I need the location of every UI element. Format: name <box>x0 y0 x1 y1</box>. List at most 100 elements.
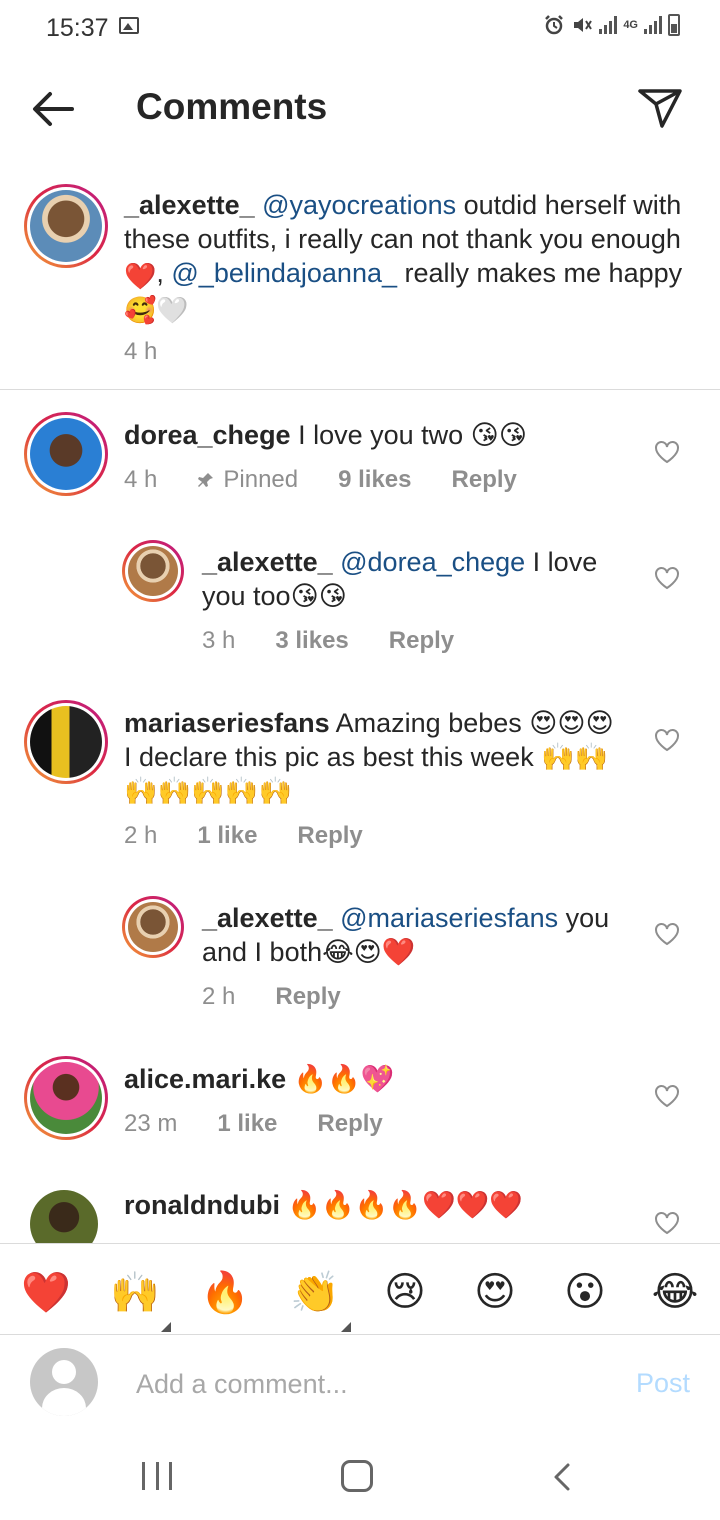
likes-count[interactable]: 3 likes <box>275 627 348 655</box>
like-heart-icon[interactable] <box>654 922 680 946</box>
emoji-laughing-button[interactable]: 😂 <box>649 1266 701 1318</box>
red-heart-emoji: ❤️ <box>124 261 157 291</box>
pinned-text: Pinned <box>223 466 299 493</box>
avatar <box>30 1062 102 1134</box>
comment-username[interactable]: mariaseriesfans <box>124 708 330 738</box>
comment-avatar[interactable] <box>24 1056 108 1140</box>
avatar <box>30 190 102 262</box>
comment-text: _alexette_ @dorea_chege I love you too😘😘 <box>202 545 622 613</box>
like-heart-icon[interactable] <box>654 566 680 590</box>
comment-composer: Post <box>0 1336 720 1432</box>
recent-apps-icon[interactable] <box>142 1462 172 1490</box>
caption-segment: really makes me happy <box>397 258 683 288</box>
system-nav-bar <box>0 1432 720 1520</box>
comment-username[interactable]: _alexette_ <box>202 547 333 577</box>
comment-avatar[interactable] <box>122 896 184 958</box>
battery-icon <box>668 14 680 36</box>
back-arrow-icon[interactable] <box>28 84 78 134</box>
comment-username[interactable]: dorea_chege <box>124 420 291 450</box>
my-avatar-icon <box>30 1348 98 1416</box>
caption-text: _alexette_ @yayocreations outdid herself… <box>124 188 684 324</box>
comment-text: mariaseriesfans Amazing bebes 😍😍😍 I decl… <box>124 706 624 808</box>
header: Comments <box>0 66 720 152</box>
share-send-icon[interactable] <box>636 84 684 132</box>
likes-count[interactable]: 1 like <box>197 822 257 850</box>
surprised-face-emoji-icon: 😮 <box>564 1270 606 1314</box>
emoji-crying-button[interactable]: 😢 <box>379 1266 431 1318</box>
comment-mention[interactable]: @mariaseriesfans <box>340 903 558 933</box>
clapping-hands-emoji-icon: 👏 <box>290 1270 340 1315</box>
caption-username[interactable]: _alexette_ <box>124 190 255 220</box>
emoji-clapping-button[interactable]: 👏 <box>289 1266 351 1332</box>
comment-username[interactable]: _alexette_ <box>202 903 333 933</box>
caption-mention-1[interactable]: @yayocreations <box>262 190 456 220</box>
post-caption: _alexette_ @yayocreations outdid herself… <box>0 180 720 390</box>
likes-count[interactable]: 9 likes <box>338 466 411 494</box>
comment-text: ronaldndubi 🔥🔥🔥🔥❤️❤️❤️ <box>124 1188 624 1222</box>
reply-button[interactable]: Reply <box>275 983 340 1011</box>
reply-button[interactable]: Reply <box>297 822 362 850</box>
comment-text: _alexette_ @mariaseriesfans you and I bo… <box>202 901 642 969</box>
comment-input[interactable] <box>136 1364 596 1404</box>
reply-button[interactable]: Reply <box>389 627 454 655</box>
caption-avatar[interactable] <box>24 184 108 268</box>
pin-icon <box>198 473 214 487</box>
comment-meta: 2 h 1 like Reply <box>124 822 403 850</box>
post-button[interactable]: Post <box>636 1368 690 1399</box>
fire-emoji-icon: 🔥 <box>200 1270 250 1315</box>
comment-item: ronaldndubi 🔥🔥🔥🔥❤️❤️❤️ <box>0 1180 720 1243</box>
reply-button[interactable]: Reply <box>317 1110 382 1138</box>
smiling-hearts-emoji: 🥰🤍 <box>124 295 189 325</box>
like-heart-icon[interactable] <box>654 1084 680 1108</box>
comment-text: alice.mari.ke 🔥🔥💖 <box>124 1062 624 1096</box>
comment-username[interactable]: alice.mari.ke <box>124 1064 286 1094</box>
raising-hands-emoji-icon: 🙌 <box>110 1270 160 1315</box>
like-heart-icon[interactable] <box>654 440 680 464</box>
comment-avatar[interactable] <box>24 412 108 496</box>
comment-meta: 23 m 1 like Reply <box>124 1110 423 1138</box>
like-heart-icon[interactable] <box>654 728 680 752</box>
skin-tone-indicator <box>161 1322 171 1332</box>
comment-time: 3 h <box>202 627 236 654</box>
crying-face-emoji-icon: 😢 <box>384 1270 426 1314</box>
home-icon[interactable] <box>341 1460 373 1492</box>
tears-of-joy-emoji-icon: 😂 <box>651 1270 699 1314</box>
emoji-heart-button[interactable]: ❤️ <box>20 1266 72 1318</box>
comment-time: 2 h <box>202 983 236 1010</box>
heart-emoji-icon: ❤️ <box>21 1270 71 1315</box>
page-title: Comments <box>136 86 328 127</box>
caption-time: 4 h <box>124 338 158 365</box>
emoji-surprised-button[interactable]: 😮 <box>559 1266 611 1318</box>
comment-text: dorea_chege I love you two 😘😘 <box>124 418 644 452</box>
comment-username[interactable]: ronaldndubi <box>124 1190 280 1220</box>
emoji-heart-eyes-button[interactable]: 😍 <box>469 1266 521 1318</box>
comment-time: 2 h <box>124 822 158 849</box>
pinned-label: Pinned <box>197 466 298 494</box>
avatar <box>128 546 178 596</box>
network-type-label: 4G <box>623 18 638 31</box>
emoji-fire-button[interactable]: 🔥 <box>199 1266 251 1318</box>
status-bar: 15:37 4G <box>0 0 720 56</box>
heart-eyes-emoji-icon: 😍 <box>474 1270 516 1314</box>
comment-meta: 4 h Pinned 9 likes Reply <box>124 466 557 494</box>
skin-tone-indicator <box>341 1322 351 1332</box>
avatar <box>30 706 102 778</box>
system-back-icon[interactable] <box>548 1462 576 1492</box>
avatar <box>128 902 178 952</box>
comment-avatar[interactable] <box>24 700 108 784</box>
likes-count[interactable]: 1 like <box>217 1110 277 1138</box>
like-heart-icon[interactable] <box>654 1211 680 1235</box>
mute-icon <box>574 18 593 32</box>
signal-icon-2 <box>644 16 662 34</box>
reply-button[interactable]: Reply <box>452 466 517 494</box>
status-time: 15:37 <box>46 14 109 42</box>
comment-time: 4 h <box>124 466 158 493</box>
comment-mention[interactable]: @dorea_chege <box>340 547 525 577</box>
quick-emoji-bar: ❤️ 🙌 🔥 👏 😢 😍 😮 😂 <box>0 1243 720 1335</box>
gallery-notification-icon <box>119 17 139 34</box>
emoji-raising-hands-button[interactable]: 🙌 <box>109 1266 171 1332</box>
comment-avatar[interactable] <box>30 1190 98 1243</box>
comment-body: I love you two 😘😘 <box>298 420 527 450</box>
comment-avatar[interactable] <box>122 540 184 602</box>
caption-mention-2[interactable]: @_belindajoanna_ <box>171 258 397 288</box>
